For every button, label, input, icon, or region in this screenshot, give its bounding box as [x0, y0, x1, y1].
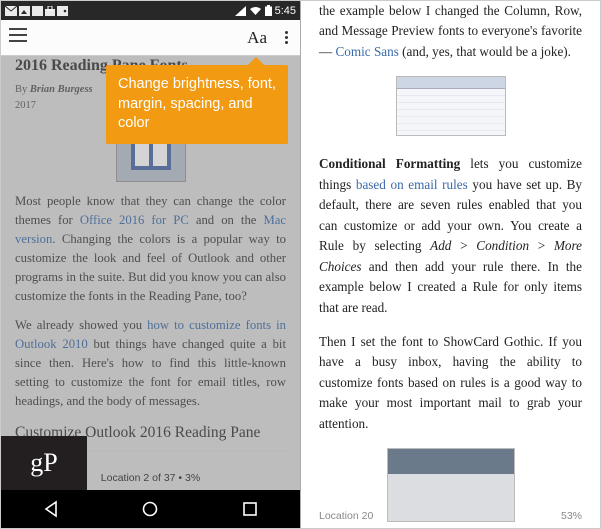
bag-icon: [45, 6, 55, 16]
gmail-icon: [5, 6, 17, 16]
paragraph-2: We already showed you how to customize f…: [15, 316, 286, 411]
r-paragraph-1: the example below I changed the Column, …: [319, 1, 582, 62]
home-icon[interactable]: [141, 500, 159, 518]
gp-logo: gP: [1, 436, 87, 490]
author-name: Brian Burgess: [30, 84, 93, 95]
reader-page-right[interactable]: the example below I changed the Column, …: [301, 1, 600, 528]
strong-conditional-formatting: Conditional Formatting: [319, 156, 460, 171]
photos-icon: [19, 6, 30, 16]
store-icon: [32, 6, 43, 16]
link-office-pc[interactable]: Office 2016 for PC: [80, 213, 189, 227]
hamburger-icon[interactable]: [9, 28, 27, 47]
paragraph-1: Most people know that they can change th…: [15, 192, 286, 306]
recents-icon[interactable]: [241, 500, 259, 518]
footer-location: Location 20: [319, 508, 373, 524]
r-paragraph-2: Conditional Formatting lets you customiz…: [319, 154, 582, 318]
signal-icon: [235, 6, 246, 16]
wallet-icon: [57, 6, 68, 16]
feature-tooltip[interactable]: Change brightness, font, margin, spacing…: [106, 65, 288, 144]
back-icon[interactable]: [42, 500, 60, 518]
wifi-icon: [249, 6, 262, 16]
status-time: 5:45: [275, 5, 296, 17]
article-year: 2017: [15, 100, 36, 111]
article-figure-2: [396, 76, 506, 136]
footer-percent: 53%: [561, 508, 582, 524]
link-email-rules[interactable]: based on email rules: [356, 177, 468, 192]
right-footer: Location 20 53%: [301, 508, 600, 524]
android-reader-pane: 5:45 Aa 2016 Reading Pane Fonts By Brian…: [1, 1, 301, 528]
android-status-bar: 5:45: [1, 1, 300, 20]
font-settings-button[interactable]: Aa: [247, 28, 267, 48]
battery-icon: [265, 5, 272, 16]
android-nav-bar: [1, 490, 300, 528]
overflow-menu-icon[interactable]: [281, 27, 292, 48]
link-comic-sans[interactable]: Comic Sans: [335, 44, 398, 59]
r-paragraph-3: Then I set the font to ShowCard Gothic. …: [319, 332, 582, 434]
reader-toolbar: Aa: [1, 20, 300, 56]
